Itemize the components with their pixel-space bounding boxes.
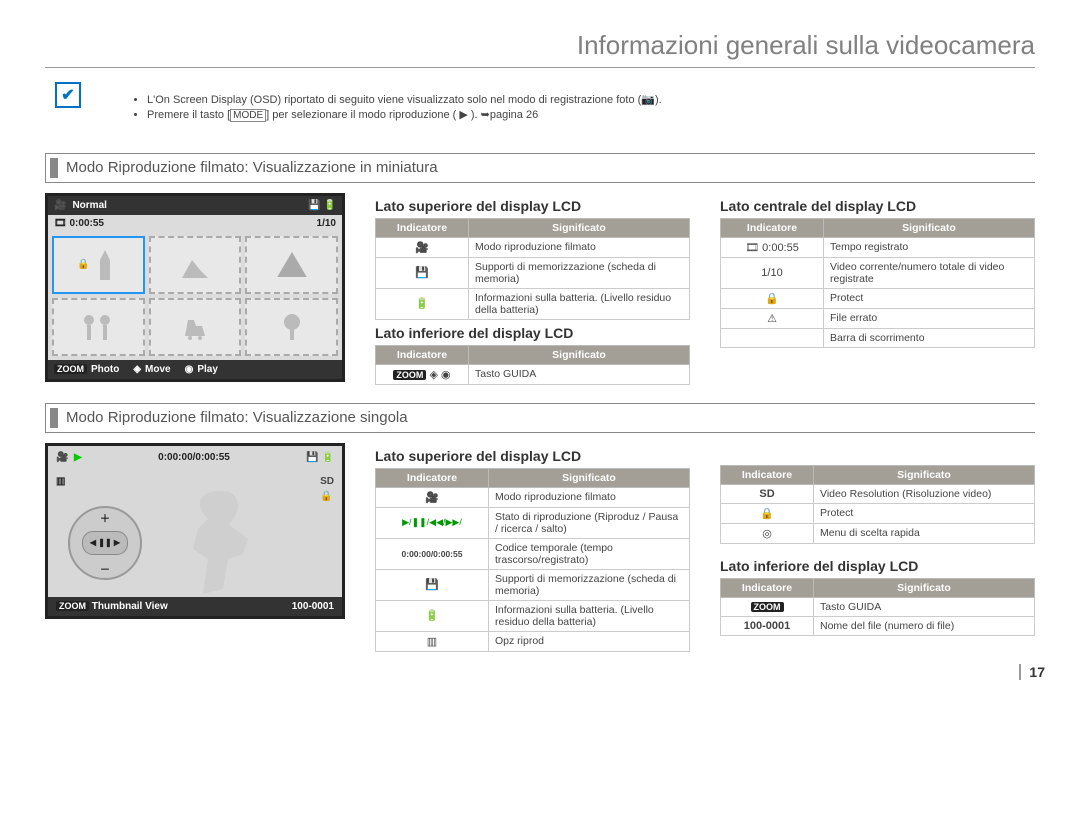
thumbnail-item [149, 236, 242, 294]
subtitle-lato-cen: Lato centrale del display LCD [720, 198, 1035, 214]
video-icon: 🎥 [54, 200, 66, 211]
thumbnail-item [52, 298, 145, 356]
lcd-move-label: Move [145, 364, 171, 375]
note-line-1: L'On Screen Display (OSD) riportato di s… [147, 93, 662, 108]
table-sup-1: IndicatoreSignificato 🎥Modo riproduzione… [375, 218, 690, 320]
table-inf-1: IndicatoreSignificato ZOOM ◈ ◉Tasto GUID… [375, 345, 690, 385]
thumbnail-item: 🔒 [52, 236, 145, 294]
subtitle-lato-sup-2: Lato superiore del display LCD [375, 448, 690, 464]
section-single-view: Modo Riproduzione filmato: Visualizzazio… [45, 403, 1035, 433]
lcd-mode-label: Normal [72, 200, 106, 211]
lcd-mock-single: 🎥 ▶ 0:00:00/0:00:55 💾 🔋 ▥ SD 🔒 ＋ － ◀ ❚❚ … [45, 443, 345, 652]
section-thumbnail-view: Modo Riproduzione filmato: Visualizzazio… [45, 153, 1035, 183]
note-box: ✔ L'On Screen Display (OSD) riportato di… [45, 82, 1035, 135]
thumbnail-item [245, 298, 338, 356]
table-sup-2: IndicatoreSignificato 🎥Modo riproduzione… [375, 468, 690, 652]
table-cen-2: IndicatoreSignificato SDVideo Resolution… [720, 465, 1035, 544]
lcd-count: 1/10 [317, 218, 336, 229]
svg-text:!: ! [289, 259, 294, 275]
figure-silhouette [168, 481, 288, 601]
subtitle-lato-inf: Lato inferiore del display LCD [375, 325, 690, 341]
note-line-2: Premere il tasto [MODE] per selezionare … [147, 108, 662, 123]
lcd-time: 0:00:55 [69, 218, 103, 229]
thumbnail-item [149, 298, 242, 356]
page-number: 17 [1019, 664, 1045, 680]
subtitle-lato-sup: Lato superiore del display LCD [375, 198, 690, 214]
page-header: Informazioni generali sulla videocamera [45, 30, 1035, 68]
zoom-badge: ZOOM [54, 364, 87, 374]
table-inf-2: IndicatoreSignificato ZOOMTasto GUIDA 10… [720, 578, 1035, 636]
thumbnail-item-error: ! [245, 236, 338, 294]
lcd-photo-label: Photo [91, 364, 119, 375]
battery-icon: 🔋 [324, 200, 336, 211]
lcd2-time: 0:00:00/0:00:55 [158, 452, 230, 463]
table-cen-1: IndicatoreSignificato 🎞 0:00:55Tempo reg… [720, 218, 1035, 348]
check-icon: ✔ [55, 82, 81, 108]
lcd2-file: 100-0001 [292, 601, 334, 612]
subtitle-lato-inf-2: Lato inferiore del display LCD [720, 558, 1035, 574]
control-dpad: ＋ － ◀ ❚❚ ▶ [68, 506, 142, 580]
lcd-play-label: Play [197, 364, 218, 375]
mode-key: MODE [230, 109, 266, 122]
lcd-mock-thumbnail: 🎥Normal 💾 🔋 🎞 0:00:551/10 🔒 ! ZOOM Photo… [45, 193, 345, 385]
lcd2-thumb-label: Thumbnail View [92, 601, 168, 612]
card-icon: 💾 [308, 200, 320, 211]
lcd2-sd: SD [320, 476, 334, 487]
